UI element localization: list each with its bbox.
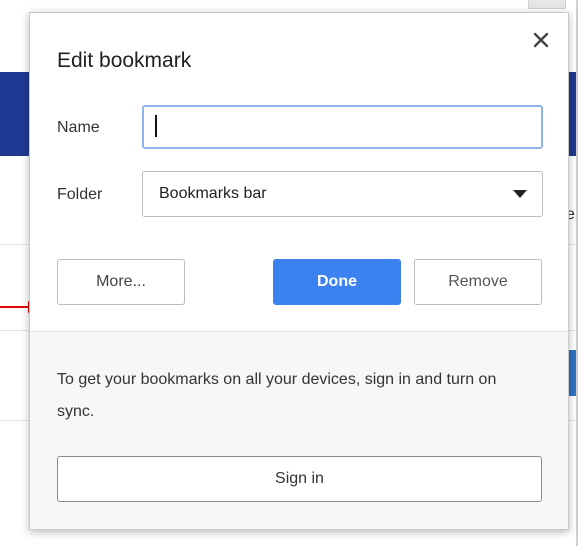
bookmark-name-input[interactable]: [142, 105, 543, 149]
sync-promo-section: To get your bookmarks on all your device…: [30, 331, 568, 529]
edit-bookmark-dialog: Edit bookmark Name Folder Bookmarks bar …: [29, 12, 569, 530]
done-button[interactable]: Done: [273, 259, 401, 305]
more-button[interactable]: More...: [57, 259, 185, 305]
chevron-down-icon: [513, 190, 527, 198]
text-caret: [155, 115, 157, 137]
folder-select[interactable]: Bookmarks bar: [142, 171, 543, 217]
scrollbar-fragment: [528, 0, 566, 9]
remove-button[interactable]: Remove: [414, 259, 542, 305]
name-label: Name: [57, 119, 100, 136]
dialog-title: Edit bookmark: [57, 49, 192, 72]
folder-selected-value: Bookmarks bar: [159, 185, 267, 202]
sign-in-button[interactable]: Sign in: [57, 456, 542, 502]
close-icon[interactable]: [526, 25, 556, 55]
folder-label: Folder: [57, 186, 103, 203]
sync-promo-text: To get your bookmarks on all your device…: [57, 371, 497, 420]
browser-page: e Edit bookmark Name Folder Bookmarks ba…: [0, 0, 578, 546]
